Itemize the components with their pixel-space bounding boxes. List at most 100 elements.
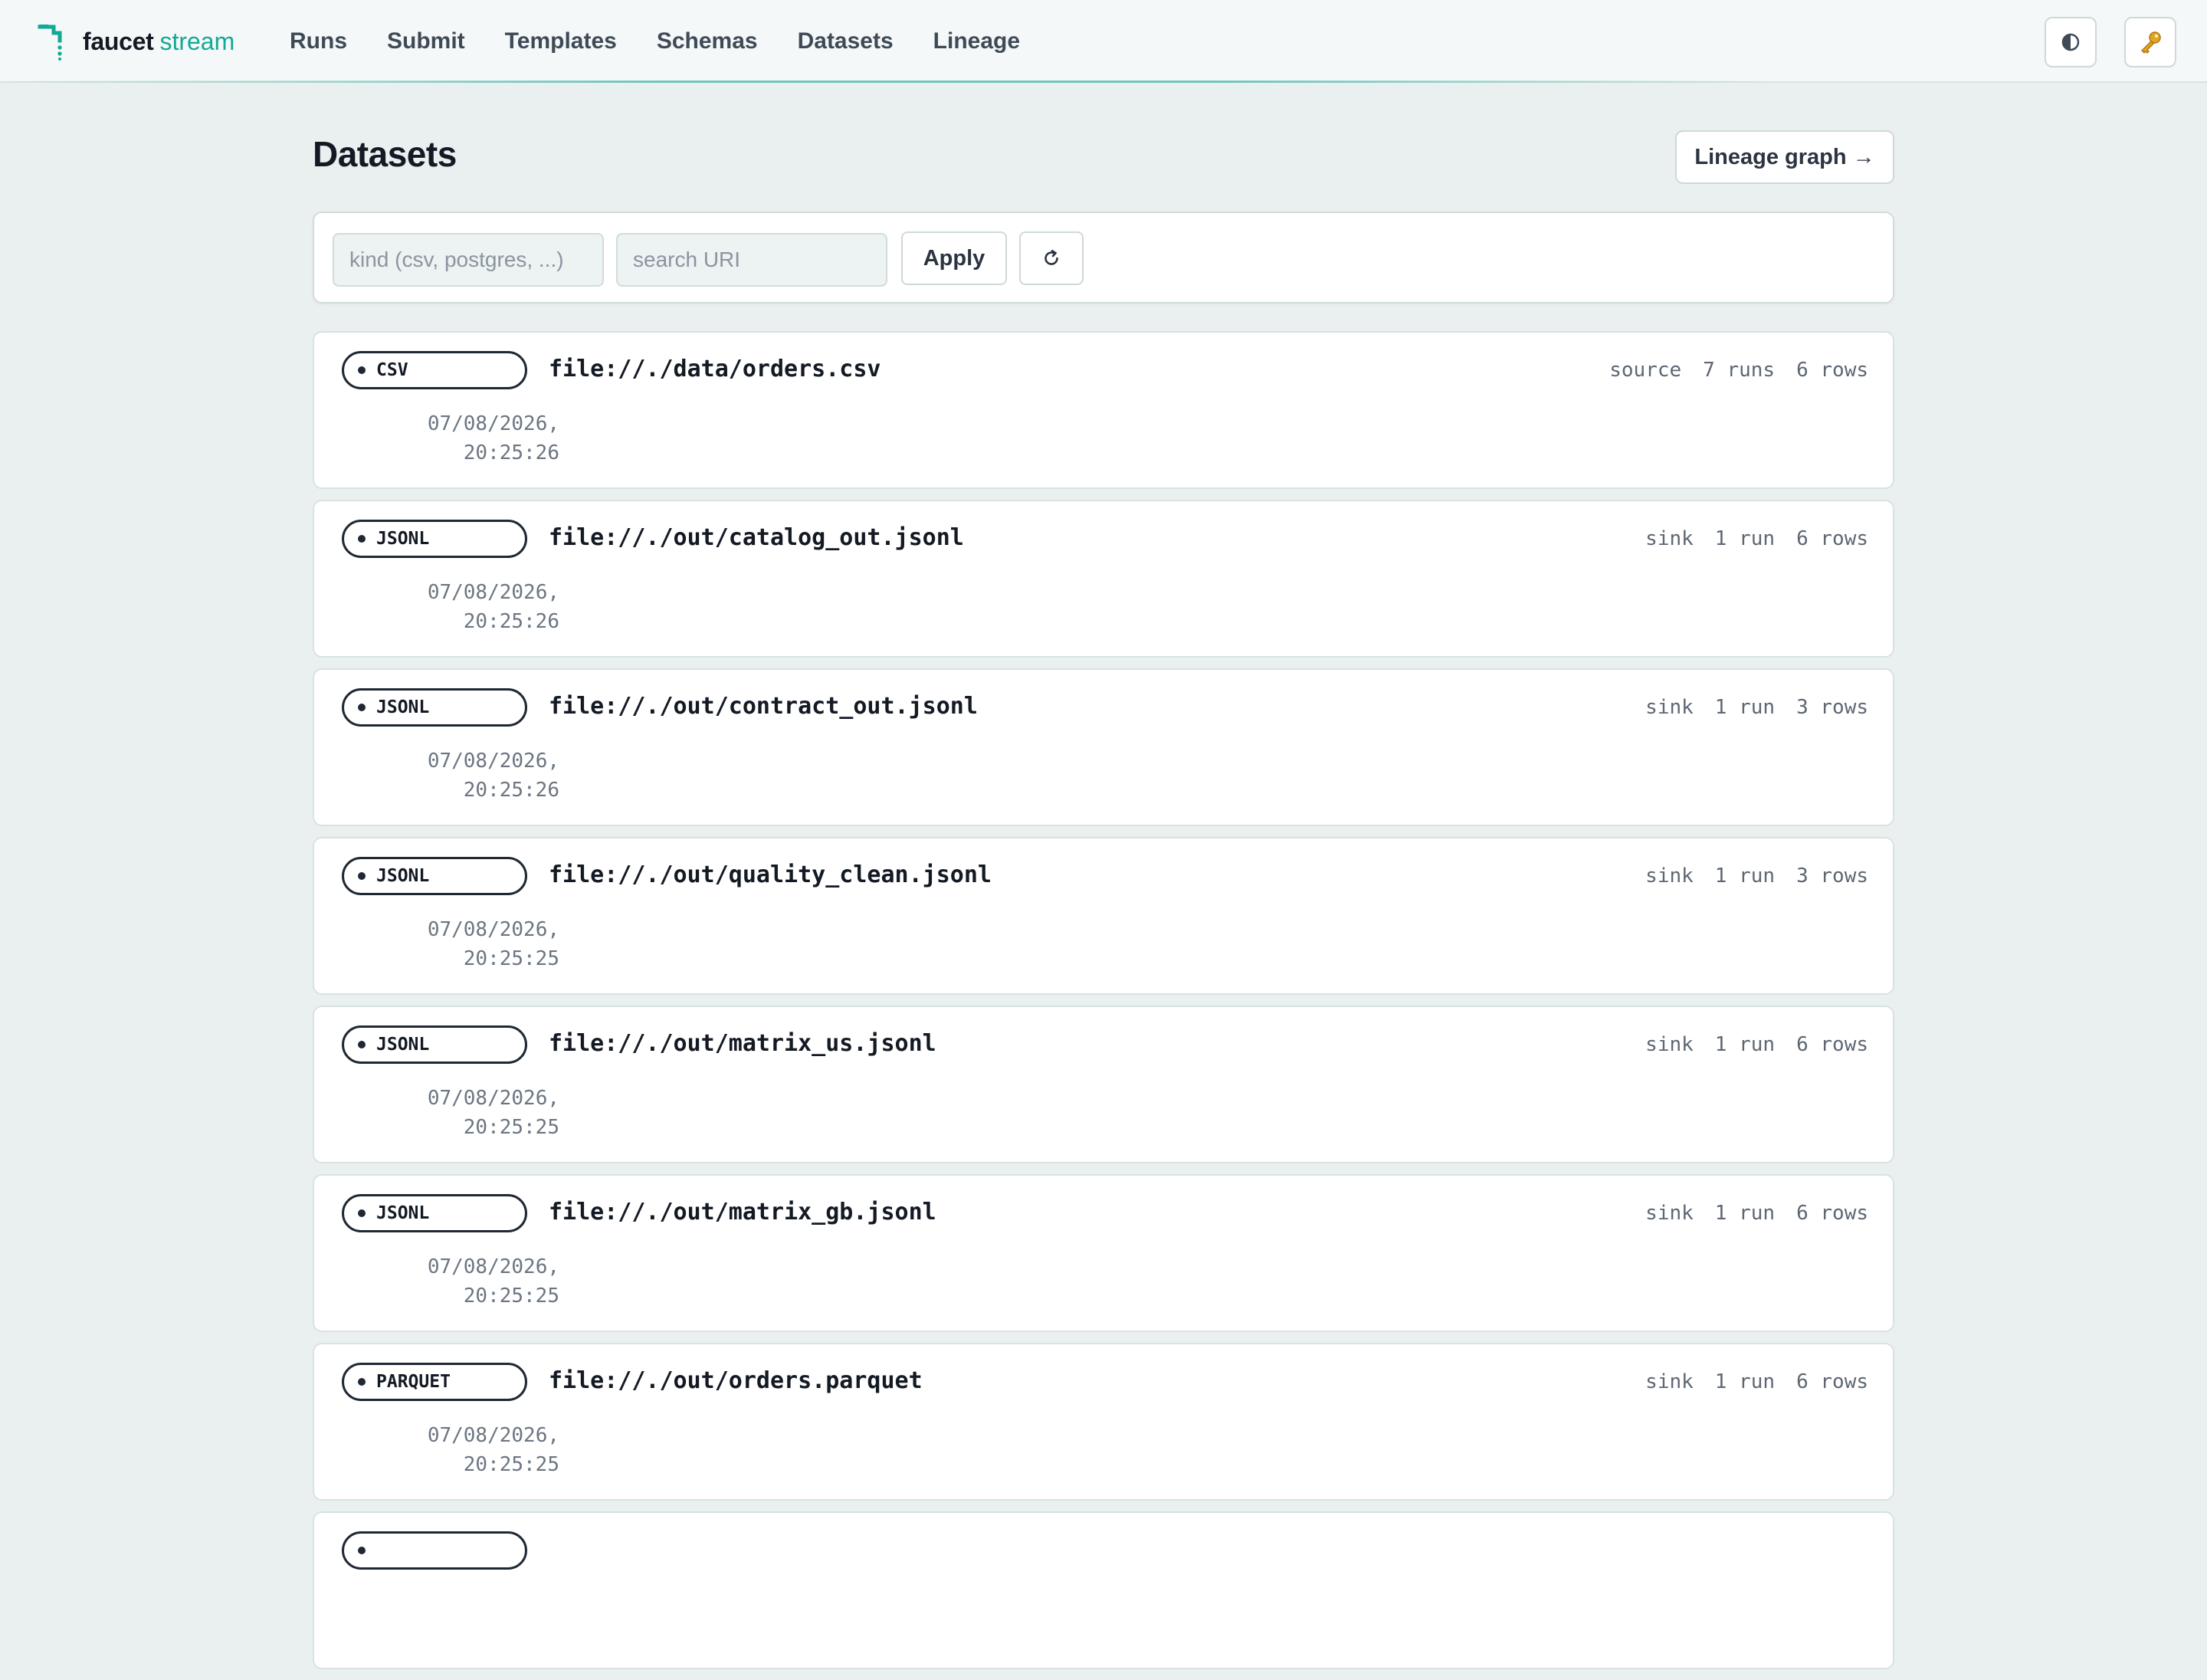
timestamp-date: 07/08/2026, bbox=[427, 918, 559, 941]
nav-item-templates[interactable]: Templates bbox=[505, 28, 617, 54]
dataset-timestamp: 07/08/2026, 20:25:26 bbox=[391, 578, 559, 636]
dataset-card[interactable]: JSONL file://./out/quality_clean.jsonl s… bbox=[313, 837, 1894, 995]
timestamp-date: 07/08/2026, bbox=[427, 581, 559, 604]
timestamp-time: 20:25:26 bbox=[463, 441, 559, 464]
refresh-icon bbox=[1044, 249, 1058, 265]
kind-badge: JSONL bbox=[342, 857, 527, 895]
nav-item-lineage[interactable]: Lineage bbox=[933, 28, 1020, 54]
api-key-button[interactable] bbox=[2124, 17, 2176, 67]
timestamp-date: 07/08/2026, bbox=[427, 1087, 559, 1110]
dataset-row-count: 6 rows bbox=[1796, 1202, 1868, 1225]
kind-badge: JSONL bbox=[342, 1194, 527, 1232]
nav-item-schemas[interactable]: Schemas bbox=[657, 28, 758, 54]
refresh-button[interactable] bbox=[1019, 231, 1084, 285]
dataset-run-count: 1 run bbox=[1714, 696, 1776, 719]
dataset-row-count: 6 rows bbox=[1796, 359, 1868, 382]
dataset-timestamp: 07/08/2026, 20:25:25 bbox=[391, 1252, 559, 1311]
dataset-card[interactable]: JSONL file://./out/matrix_us.jsonl sink … bbox=[313, 1006, 1894, 1163]
contrast-icon bbox=[2061, 33, 2080, 51]
kind-badge: JSONL bbox=[342, 688, 527, 727]
timestamp-date: 07/08/2026, bbox=[427, 1424, 559, 1447]
timestamp-time: 20:25:26 bbox=[463, 610, 559, 633]
dataset-card[interactable]: PARQUET file://./out/orders.parquet sink… bbox=[313, 1343, 1894, 1501]
kind-dot-icon bbox=[358, 366, 366, 374]
dataset-run-count: 1 run bbox=[1714, 527, 1776, 550]
dataset-uri[interactable]: file://./out/contract_out.jsonl bbox=[549, 693, 978, 720]
dataset-card[interactable]: JSONL file://./out/contract_out.jsonl si… bbox=[313, 668, 1894, 826]
dataset-timestamp: 07/08/2026, 20:25:26 bbox=[391, 746, 559, 805]
timestamp-time: 20:25:25 bbox=[463, 947, 559, 970]
faucet-icon bbox=[38, 25, 62, 61]
kind-dot-icon bbox=[358, 1547, 366, 1554]
dataset-run-count: 1 run bbox=[1714, 1202, 1776, 1225]
dataset-timestamp: 07/08/2026, 20:25:25 bbox=[391, 1421, 559, 1479]
dataset-meta: sink 1 run 3 rows bbox=[1624, 696, 1868, 719]
key-icon bbox=[2141, 31, 2161, 54]
nav-item-submit[interactable]: Submit bbox=[387, 28, 465, 54]
dataset-card[interactable] bbox=[313, 1511, 1894, 1669]
dataset-uri[interactable]: file://./out/quality_clean.jsonl bbox=[549, 861, 992, 888]
timestamp-time: 20:25:26 bbox=[463, 779, 559, 802]
dataset-meta: sink 1 run 3 rows bbox=[1624, 865, 1868, 888]
kind-label: CSV bbox=[376, 360, 408, 380]
dataset-role: sink bbox=[1645, 865, 1694, 888]
dataset-card[interactable]: JSONL file://./out/matrix_gb.jsonl sink … bbox=[313, 1174, 1894, 1332]
dataset-uri[interactable]: file://./out/matrix_us.jsonl bbox=[549, 1030, 936, 1057]
brand-logo[interactable]: faucet stream bbox=[37, 21, 234, 61]
kind-label: JSONL bbox=[376, 866, 430, 886]
dataset-role: sink bbox=[1645, 696, 1694, 719]
dataset-role: source bbox=[1609, 359, 1682, 382]
kind-badge: CSV bbox=[342, 351, 527, 389]
filter-panel: Apply bbox=[313, 212, 1894, 304]
dataset-row-count: 6 rows bbox=[1796, 527, 1868, 550]
nav-item-datasets[interactable]: Datasets bbox=[798, 28, 894, 54]
kind-badge: JSONL bbox=[342, 1025, 527, 1064]
kind-dot-icon bbox=[358, 1209, 366, 1217]
dataset-role: sink bbox=[1645, 1033, 1694, 1056]
kind-dot-icon bbox=[358, 1041, 366, 1048]
dataset-meta: sink 1 run 6 rows bbox=[1624, 527, 1868, 550]
apply-button[interactable]: Apply bbox=[901, 231, 1007, 285]
dataset-list: CSV file://./data/orders.csv source 7 ru… bbox=[313, 331, 1894, 1680]
dataset-card[interactable]: JSONL file://./out/catalog_out.jsonl sin… bbox=[313, 500, 1894, 658]
nav-item-runs[interactable]: Runs bbox=[290, 28, 347, 54]
dataset-row-count: 6 rows bbox=[1796, 1033, 1868, 1056]
main-nav: Runs Submit Templates Schemas Datasets L… bbox=[290, 0, 1060, 83]
kind-filter-input[interactable] bbox=[333, 233, 604, 287]
kind-badge: PARQUET bbox=[342, 1363, 527, 1401]
dataset-uri[interactable]: file://./out/catalog_out.jsonl bbox=[549, 524, 964, 551]
kind-label: JSONL bbox=[376, 1203, 430, 1223]
timestamp-date: 07/08/2026, bbox=[427, 1255, 559, 1278]
kind-label: JSONL bbox=[376, 697, 430, 717]
dataset-meta: sink 1 run 6 rows bbox=[1624, 1370, 1868, 1393]
dataset-uri[interactable]: file://./data/orders.csv bbox=[549, 356, 881, 382]
top-bar: faucet stream Runs Submit Templates Sche… bbox=[0, 0, 2207, 83]
brand-name: faucet bbox=[83, 27, 154, 55]
dataset-role: sink bbox=[1645, 1202, 1694, 1225]
dataset-run-count: 1 run bbox=[1714, 865, 1776, 888]
dataset-run-count: 1 run bbox=[1714, 1370, 1776, 1393]
dataset-role: sink bbox=[1645, 527, 1694, 550]
kind-label: JSONL bbox=[376, 529, 430, 549]
theme-toggle-button[interactable] bbox=[2045, 17, 2097, 67]
dataset-timestamp: 07/08/2026, 20:25:25 bbox=[391, 1084, 559, 1142]
dataset-row-count: 6 rows bbox=[1796, 1370, 1868, 1393]
kind-label: PARQUET bbox=[376, 1372, 451, 1392]
uri-search-input[interactable] bbox=[616, 233, 887, 287]
kind-label: JSONL bbox=[376, 1035, 430, 1055]
dataset-card[interactable]: CSV file://./data/orders.csv source 7 ru… bbox=[313, 331, 1894, 489]
dataset-row-count: 3 rows bbox=[1796, 696, 1868, 719]
dataset-timestamp: 07/08/2026, 20:25:25 bbox=[391, 915, 559, 973]
dataset-row-count: 3 rows bbox=[1796, 865, 1868, 888]
dataset-uri[interactable]: file://./out/orders.parquet bbox=[549, 1367, 923, 1394]
kind-dot-icon bbox=[358, 872, 366, 880]
page-title: Datasets bbox=[313, 134, 457, 174]
timestamp-time: 20:25:25 bbox=[463, 1453, 559, 1476]
dataset-meta: sink 1 run 6 rows bbox=[1624, 1202, 1868, 1225]
timestamp-date: 07/08/2026, bbox=[427, 750, 559, 773]
dataset-uri[interactable]: file://./out/matrix_gb.jsonl bbox=[549, 1199, 936, 1226]
timestamp-date: 07/08/2026, bbox=[427, 412, 559, 435]
dataset-run-count: 7 runs bbox=[1703, 359, 1776, 382]
lineage-graph-button[interactable]: Lineage graph → bbox=[1675, 130, 1894, 184]
timestamp-time: 20:25:25 bbox=[463, 1285, 559, 1308]
